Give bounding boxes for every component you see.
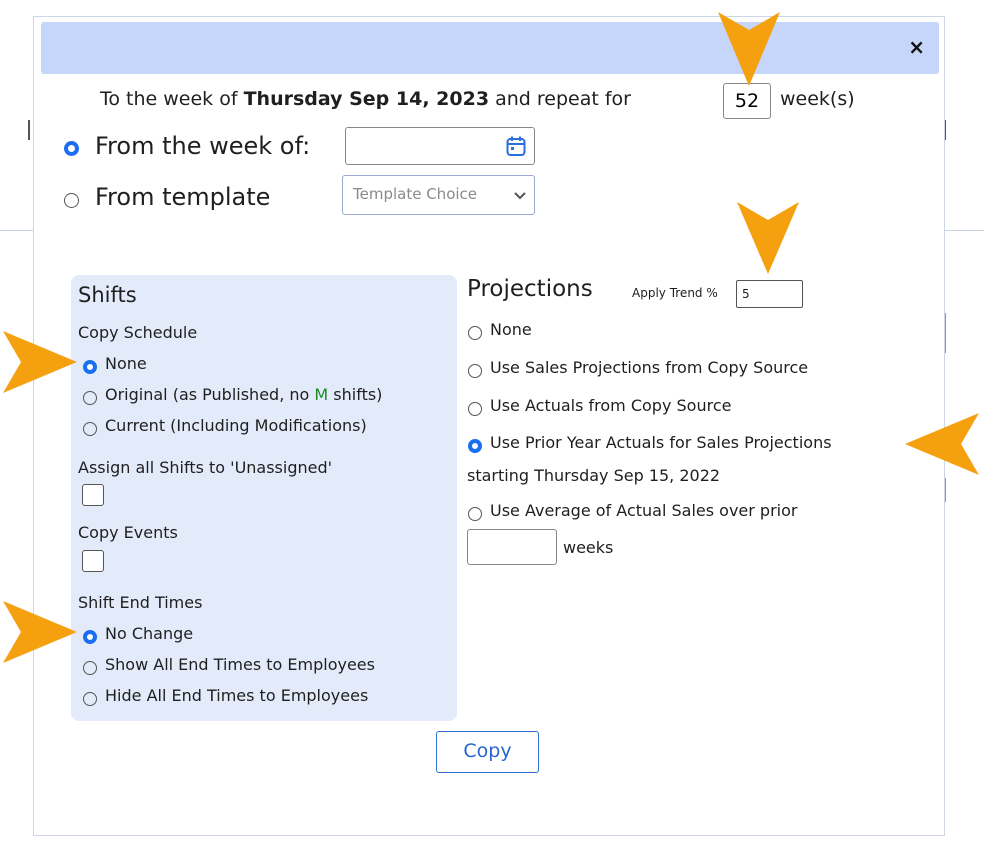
background-divider [0,230,33,231]
target-week-date: Thursday Sep 14, 2023 [243,88,490,110]
template-choice-select[interactable]: Template Choice [342,175,535,215]
assign-unassigned-label: Assign all Shifts to 'Unassigned' [78,458,333,477]
annotation-arrow-icon [718,12,780,86]
radio-unselected-icon[interactable] [83,660,97,675]
assign-unassigned-checkbox[interactable] [82,484,104,506]
from-week-radio[interactable] [64,138,79,157]
copy-schedule-label: Copy Schedule [78,323,198,342]
radio-unselected-icon[interactable] [83,421,97,436]
projection-average-label: Use Average of Actual Sales over prior [490,501,798,520]
chevron-down-icon [514,192,526,200]
projection-prior-year-start: starting Thursday Sep 15, 2022 [467,466,721,485]
copy-schedule-original-label: Original (as Published, no M shifts) [105,385,383,404]
projection-actuals-label: Use Actuals from Copy Source [490,396,732,415]
end-times-hide-radio[interactable] [83,688,97,707]
apply-trend-label: Apply Trend % [632,286,718,300]
projection-none-radio[interactable] [468,322,482,341]
from-template-radio[interactable] [64,190,79,209]
radio-unselected-icon[interactable] [83,390,97,405]
projection-sales-label: Use Sales Projections from Copy Source [490,358,809,377]
radio-unselected-icon[interactable] [468,506,482,521]
annotation-arrow-icon [905,413,979,475]
close-icon[interactable]: × [908,36,925,58]
radio-selected-icon[interactable] [83,359,97,374]
radio-unselected-icon[interactable] [64,193,79,208]
repeat-middle: and repeat for [489,88,631,110]
radio-selected-icon[interactable] [83,629,97,644]
projection-prior-year-label: Use Prior Year Actuals for Sales Project… [490,433,832,452]
copy-events-checkbox[interactable] [82,550,104,572]
end-times-no-change-radio[interactable] [83,626,97,645]
from-template-label: From template [95,183,271,211]
copy-schedule-none-radio[interactable] [83,356,97,375]
copy-events-label: Copy Events [78,523,178,542]
from-week-label: From the week of: [95,132,311,160]
repeat-weeks-suffix: week(s) [780,88,855,110]
copy-schedule-current-label: Current (Including Modifications) [105,416,367,435]
shifts-title: Shifts [78,283,137,307]
projection-actuals-radio[interactable] [468,398,482,417]
from-week-date-input[interactable] [345,127,535,165]
dialog-titlebar: × [41,22,939,74]
annotation-arrow-icon [737,202,799,274]
repeat-line: To the week of Thursday Sep 14, 2023 and… [100,88,631,110]
calendar-icon[interactable] [506,135,526,157]
radio-selected-icon[interactable] [468,438,482,453]
copy-schedule-none-label: None [105,354,147,373]
projection-sales-radio[interactable] [468,360,482,379]
projection-none-label: None [490,320,532,339]
projection-prior-year-radio[interactable] [468,435,482,454]
repeat-weeks-input[interactable] [723,83,771,119]
radio-selected-icon[interactable] [64,141,79,156]
end-times-show-label: Show All End Times to Employees [105,655,375,674]
annotation-arrow-icon [3,601,77,663]
projections-title: Projections [467,276,593,302]
projection-average-radio[interactable] [468,503,482,522]
copy-schedule-current-radio[interactable] [83,418,97,437]
shift-end-times-label: Shift End Times [78,593,203,612]
copy-button[interactable]: Copy [436,731,539,773]
radio-unselected-icon[interactable] [468,363,482,378]
radio-unselected-icon[interactable] [468,325,482,340]
copy-schedule-original-radio[interactable] [83,387,97,406]
radio-unselected-icon[interactable] [468,401,482,416]
background-divider [945,230,984,231]
repeat-prefix: To the week of [100,88,244,110]
template-choice-placeholder: Template Choice [353,185,478,203]
apply-trend-input[interactable]: 5 [736,280,803,308]
background-divider [28,120,30,140]
annotation-arrow-icon [3,331,77,393]
average-weeks-label: weeks [563,538,614,557]
end-times-show-radio[interactable] [83,657,97,676]
average-weeks-input[interactable] [467,529,557,565]
end-times-no-change-label: No Change [105,624,194,643]
radio-unselected-icon[interactable] [83,691,97,706]
end-times-hide-label: Hide All End Times to Employees [105,686,369,705]
